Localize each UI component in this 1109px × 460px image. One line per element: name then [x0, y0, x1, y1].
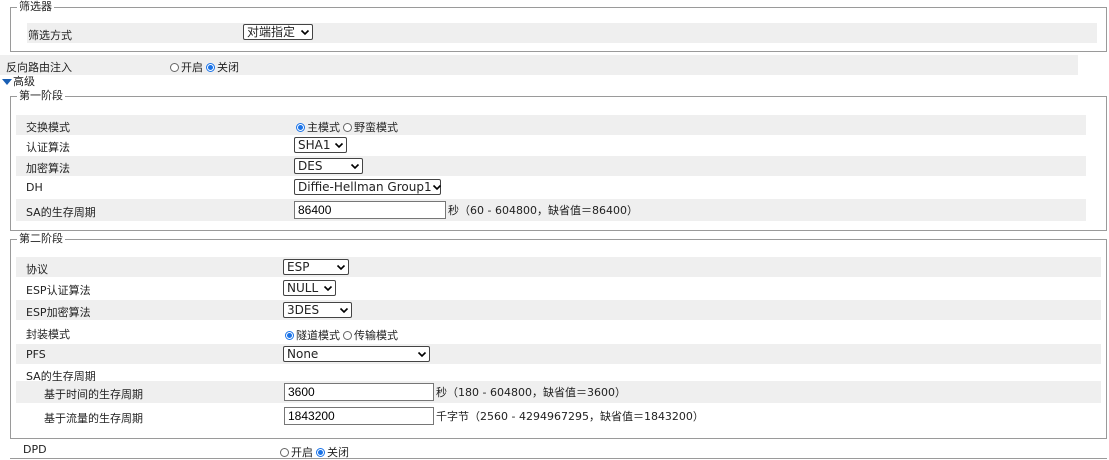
- pfs-select[interactable]: None: [283, 346, 430, 362]
- filter-mode-label: 筛选方式: [28, 29, 72, 42]
- radio-icon: [343, 330, 352, 340]
- encryption-select[interactable]: DES: [294, 158, 363, 174]
- chevron-down-icon: [300, 29, 310, 36]
- traffic-lifetime-input[interactable]: [284, 407, 434, 425]
- radio-icon: [343, 122, 352, 132]
- filter-mode-row: 筛选方式 对端指定: [27, 23, 1097, 43]
- esp-auth-row: ESP认证算法 NULL: [16, 278, 1101, 298]
- filter-legend: 筛选器: [17, 0, 54, 13]
- esp-auth-label: ESP认证算法: [26, 284, 91, 297]
- chevron-down-icon: [339, 307, 349, 314]
- chevron-down-icon: [323, 285, 333, 292]
- phase2-fieldset: 第二阶段 协议 ESP ESP认证算法 NULL ESP加密算法 3DES 封装…: [10, 233, 1107, 439]
- radio-icon: [170, 62, 179, 72]
- exchange-mode-label: 交换模式: [26, 121, 70, 134]
- traffic-lifetime-label: 基于流量的生存周期: [44, 412, 143, 425]
- reverse-route-label: 反向路由注入: [6, 61, 72, 74]
- encryption-label: 加密算法: [26, 162, 70, 175]
- time-lifetime-label: 基于时间的生存周期: [44, 388, 143, 401]
- phase1-legend: 第一阶段: [17, 89, 65, 102]
- encryption-row: 加密算法 DES: [16, 156, 1086, 176]
- traffic-lifetime-row: 基于流量的生存周期 千字节（2560 - 4294967295，缺省值＝1843…: [16, 405, 1101, 427]
- encap-tunnel-radio[interactable]: 隧道模式: [285, 327, 340, 343]
- phase2-legend: 第二阶段: [17, 232, 65, 245]
- chevron-down-icon: [334, 142, 344, 149]
- time-lifetime-input[interactable]: [284, 383, 434, 401]
- esp-encryption-label: ESP加密算法: [26, 306, 91, 319]
- pfs-label: PFS: [26, 348, 46, 361]
- filter-mode-select[interactable]: 对端指定: [243, 24, 313, 40]
- radio-checked-icon: [316, 447, 325, 457]
- auth-row: 认证算法 SHA1: [16, 135, 1086, 155]
- exchange-main-radio[interactable]: 主模式: [296, 119, 340, 135]
- filter-fieldset: 筛选器 筛选方式 对端指定: [10, 1, 1107, 52]
- sa-lifetime-label: SA的生存周期: [26, 206, 96, 219]
- dh-row: DH Diffie-Hellman Group1: [16, 177, 1086, 197]
- dh-label: DH: [26, 181, 43, 194]
- dpd-row: DPD 开启 关闭: [10, 440, 1107, 459]
- encap-transport-radio[interactable]: 传输模式: [343, 327, 398, 343]
- exchange-mode-row: 交换模式 主模式 野蛮模式: [16, 115, 1086, 135]
- auth-label: 认证算法: [26, 141, 70, 154]
- chevron-down-icon: [417, 351, 427, 358]
- reverse-route-off-radio[interactable]: 关闭: [206, 59, 239, 75]
- dpd-on-radio[interactable]: 开启: [280, 444, 313, 460]
- radio-checked-icon: [285, 330, 294, 340]
- reverse-route-row: 反向路由注入 开启 关闭: [0, 55, 1078, 75]
- chevron-down-icon: [432, 184, 441, 191]
- protocol-label: 协议: [26, 263, 48, 276]
- triangle-down-icon: [2, 79, 12, 85]
- exchange-aggressive-radio[interactable]: 野蛮模式: [343, 119, 398, 135]
- sa-lifetime-hint: 秒（60 - 604800，缺省值＝86400）: [448, 204, 638, 217]
- dh-select[interactable]: Diffie-Hellman Group1: [294, 179, 441, 195]
- esp-encryption-select[interactable]: 3DES: [283, 302, 352, 318]
- advanced-toggle[interactable]: 高级: [2, 76, 35, 88]
- esp-encryption-row: ESP加密算法 3DES: [16, 300, 1101, 320]
- traffic-lifetime-hint: 千字节（2560 - 4294967295，缺省值＝1843200）: [436, 410, 704, 423]
- radio-checked-icon: [296, 122, 305, 132]
- protocol-select[interactable]: ESP: [283, 259, 349, 275]
- radio-icon: [280, 447, 289, 457]
- dpd-off-radio[interactable]: 关闭: [316, 444, 349, 460]
- time-lifetime-hint: 秒（180 - 604800，缺省值＝3600）: [436, 386, 626, 399]
- sa-lifetime-input[interactable]: [294, 201, 446, 219]
- protocol-row: 协议 ESP: [16, 257, 1101, 277]
- radio-checked-icon: [206, 62, 215, 72]
- sa-lifetime-row: SA的生存周期 秒（60 - 604800，缺省值＝86400）: [16, 199, 1086, 221]
- dpd-label: DPD: [23, 443, 47, 456]
- auth-select[interactable]: SHA1: [294, 137, 347, 153]
- time-lifetime-row: 基于时间的生存周期 秒（180 - 604800，缺省值＝3600）: [16, 381, 1101, 403]
- pfs-row: PFS None: [16, 344, 1101, 364]
- chevron-down-icon: [350, 163, 360, 170]
- phase1-fieldset: 第一阶段 交换模式 主模式 野蛮模式 认证算法 SHA1 加密算法 DES DH: [10, 90, 1107, 231]
- encap-mode-label: 封装模式: [26, 328, 70, 341]
- chevron-down-icon: [336, 264, 346, 271]
- reverse-route-on-radio[interactable]: 开启: [170, 59, 203, 75]
- encap-mode-row: 封装模式 隧道模式 传输模式: [16, 322, 1101, 342]
- esp-auth-select[interactable]: NULL: [283, 280, 336, 296]
